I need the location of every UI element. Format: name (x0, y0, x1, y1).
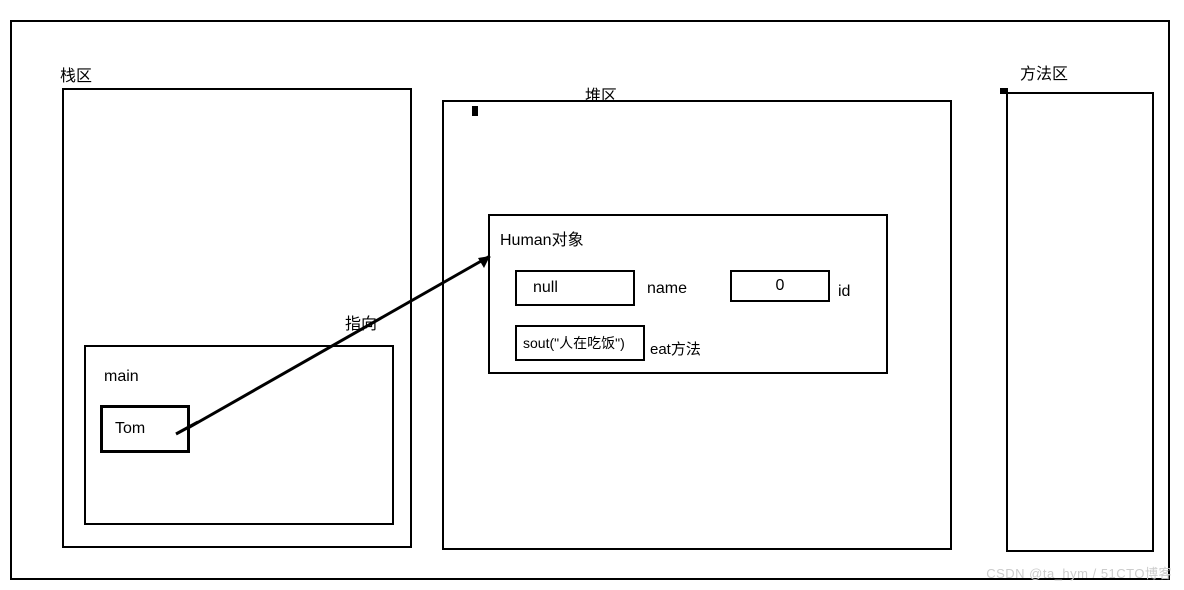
stack-var-tom-box: Tom (100, 405, 190, 453)
stack-area-title: 栈区 (60, 62, 92, 86)
field-name-label: name (647, 280, 687, 298)
field-name-value: null (533, 279, 558, 297)
method-area-title: 方法区 (1020, 60, 1068, 84)
field-id-value-box: 0 (730, 270, 830, 302)
field-name-value-box: null (515, 270, 635, 306)
heap-object-title: Human对象 (500, 226, 584, 250)
method-eat-label: eat方法 (650, 338, 701, 359)
arrow-label: 指向 (345, 310, 377, 334)
method-area-mark-icon (1000, 88, 1008, 94)
field-id-value: 0 (776, 277, 785, 295)
diagram-canvas: 栈区 main Tom 堆区 Human对象 null name 0 id so… (0, 0, 1184, 590)
stack-var-tom-value: Tom (115, 420, 145, 438)
method-eat-body: sout("人在吃饭") (523, 333, 625, 353)
watermark-text: CSDN @ta_hym / 51CTO博客 (986, 563, 1172, 582)
stack-frame-main-label: main (104, 368, 139, 386)
heap-mark-icon (472, 106, 478, 116)
field-id-label: id (838, 283, 850, 301)
method-area-box (1006, 92, 1154, 552)
method-eat-body-box: sout("人在吃饭") (515, 325, 645, 361)
